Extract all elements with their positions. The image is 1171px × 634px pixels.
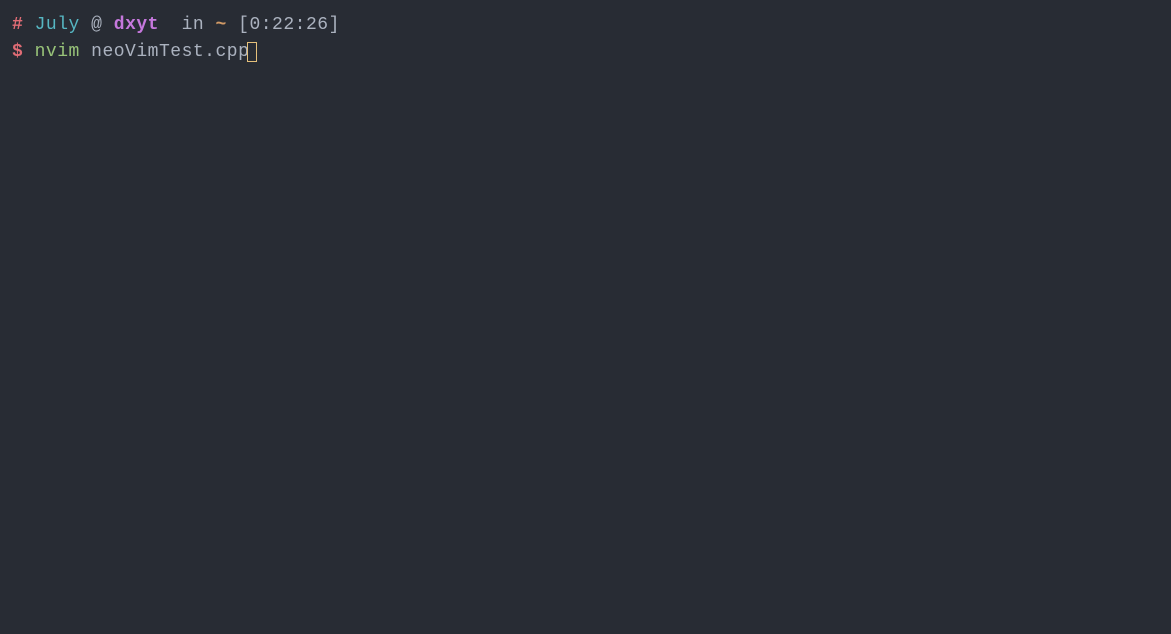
command-input-line[interactable]: $ nvim neoVimTest.cpp: [12, 39, 1159, 66]
hash-symbol: #: [12, 15, 23, 35]
command-name: nvim: [35, 42, 80, 62]
prompt-info-line: # July @ dxyt in ~ [0:22:26]: [12, 12, 1159, 39]
cursor-block: [247, 42, 257, 62]
terminal-window[interactable]: # July @ dxyt in ~ [0:22:26] $ nvim neoV…: [12, 12, 1159, 66]
prompt-dollar: $: [12, 42, 23, 62]
at-symbol: @: [91, 15, 102, 35]
username: July: [35, 15, 80, 35]
hostname: dxyt: [114, 15, 159, 35]
cwd-tilde: ~: [216, 15, 227, 35]
timestamp: [0:22:26]: [238, 15, 340, 35]
command-argument: neoVimTest.cpp: [91, 42, 249, 62]
in-text: in: [182, 15, 205, 35]
